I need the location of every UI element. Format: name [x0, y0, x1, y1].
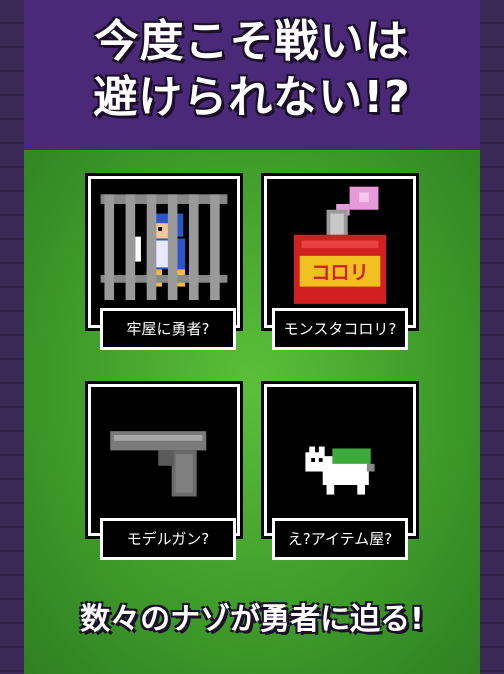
- bottle-label: コロリ: [311, 261, 369, 284]
- left-wall: [0, 0, 24, 674]
- monster-spray-tile: コロリ: [264, 176, 416, 328]
- headline-line-2: 避けられない!?: [93, 72, 411, 123]
- caption-jail-hero: 牢屋に勇者?: [100, 308, 236, 350]
- item-shop-sprite: [305, 446, 375, 495]
- headline-line-1: 今度こそ戦いは: [94, 16, 410, 67]
- jail-hero-sprite: [100, 194, 228, 301]
- item-shop-tile: [264, 384, 416, 536]
- jail-hero-tile: [88, 176, 240, 328]
- model-gun-sprite: [110, 431, 207, 497]
- right-wall: [480, 0, 504, 674]
- monster-spray-sprite: コロリ: [293, 186, 387, 304]
- screen: 今度こそ戦いは 避けられない!? コロリ 牢屋に勇者? モンスタコロリ? モデル…: [0, 0, 504, 674]
- caption-item-shop: え?アイテム屋?: [272, 518, 408, 560]
- caption-model-gun: モデルガン?: [100, 518, 236, 560]
- caption-monster-spray: モンスタコロリ?: [272, 308, 408, 350]
- footer-tagline: 数々のナゾが勇者に迫る!: [80, 602, 424, 637]
- headline: 今度こそ戦いは 避けられない!?: [0, 14, 504, 126]
- model-gun-tile: [88, 384, 240, 536]
